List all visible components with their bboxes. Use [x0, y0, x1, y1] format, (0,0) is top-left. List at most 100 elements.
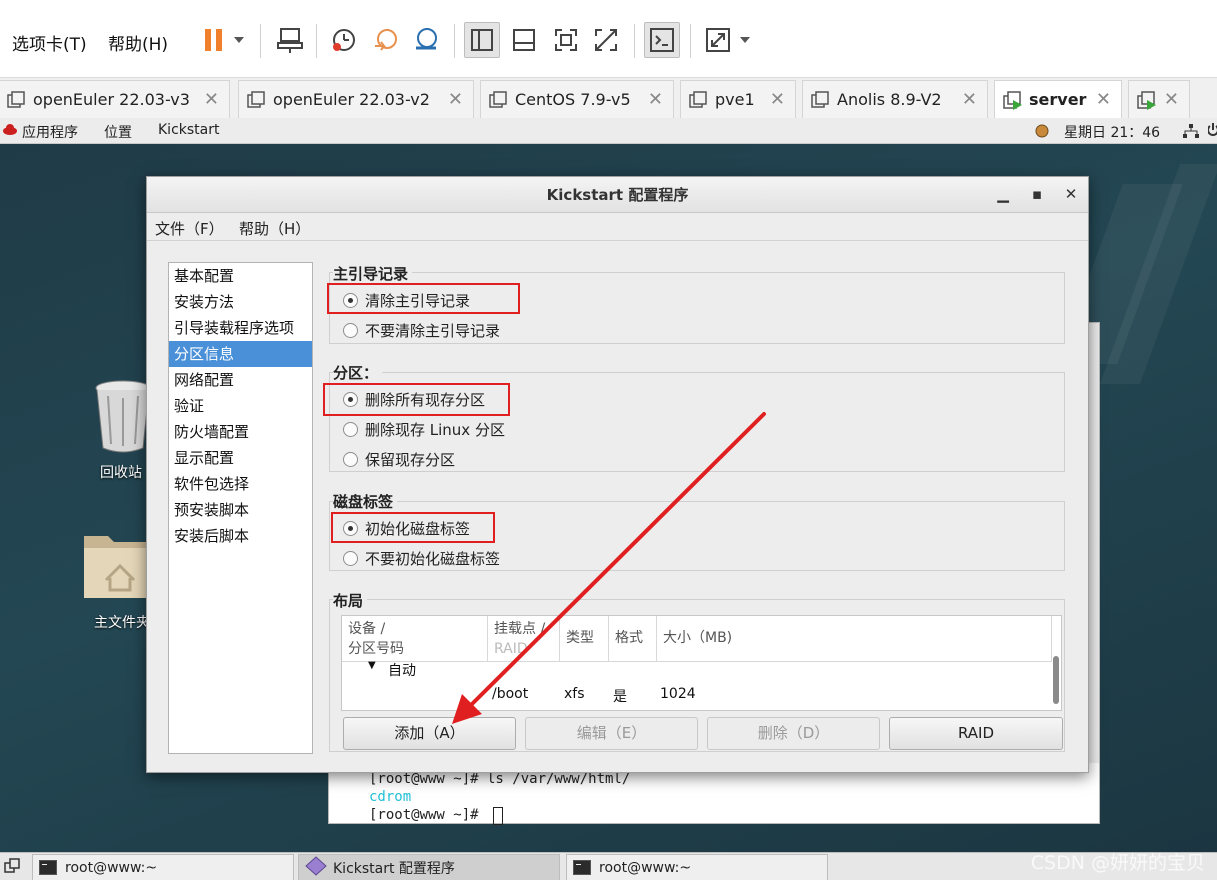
show-desktop-icon[interactable] [4, 858, 20, 878]
fullscreen-button[interactable] [548, 22, 584, 58]
dialog-menubar: 文件（F） 帮助（H） [147, 213, 1088, 241]
close-icon[interactable]: ✕ [648, 89, 663, 110]
add-button[interactable]: 添加（A） [343, 717, 516, 750]
partition-table[interactable]: 设备 / 分区号码 挂载点 / RAID 类型 格式 大小（MB) ▼ 自动 /… [341, 615, 1062, 711]
nav-item-post-script[interactable]: 安装后脚本 [169, 523, 312, 549]
vm-toolbar: 选项卡(T) 帮助(H) [0, 0, 1217, 78]
partition-remove-linux-option[interactable]: 删除现存 Linux 分区 [343, 417, 505, 441]
option-label: 删除现存 Linux 分区 [365, 420, 505, 439]
active-app-name[interactable]: Kickstart [158, 122, 219, 138]
vm-tab-anolis[interactable]: Anolis 8.9-V2 ✕ [802, 80, 988, 118]
edit-button[interactable]: 编辑（E） [525, 717, 698, 750]
applications-menu[interactable]: 应用程序 [22, 122, 78, 142]
column-header-type[interactable]: 类型 [560, 616, 609, 662]
snapshot-manager-button[interactable] [408, 22, 444, 58]
minimize-icon[interactable]: ▁ [993, 185, 1013, 203]
clock[interactable]: 星期日 21：46 [1064, 122, 1160, 142]
nav-item-display[interactable]: 显示配置 [169, 445, 312, 471]
expander-triangle-icon[interactable]: ▼ [368, 660, 376, 671]
console-view-button[interactable] [644, 22, 680, 58]
column-header-size[interactable]: 大小（MB) [657, 616, 1052, 662]
gnome-top-bar: 应用程序 位置 Kickstart 星期日 21：46 [0, 118, 1217, 144]
snapshot-button[interactable] [326, 22, 362, 58]
vm-tab-bar: openEuler 22.03-v3 ✕ openEuler 22.03-v2 … [0, 78, 1217, 118]
cell-mount[interactable]: /boot [492, 686, 528, 702]
maximize-icon[interactable]: ▪ [1027, 185, 1047, 203]
vm-tab-openeuler-v2[interactable]: openEuler 22.03-v2 ✕ [238, 80, 474, 118]
column-header-format[interactable]: 格式 [609, 616, 657, 662]
close-icon[interactable]: ✕ [204, 89, 219, 110]
taskbar-item-terminal[interactable]: root@www:~ [566, 854, 828, 880]
nav-item-firewall[interactable]: 防火墙配置 [169, 419, 312, 445]
vm-tab-openeuler-v3[interactable]: openEuler 22.03-v3 ✕ [0, 80, 230, 118]
vm-tab-other[interactable]: ✕ [1128, 80, 1190, 118]
vm-tab-centos[interactable]: CentOS 7.9-v5 ✕ [480, 80, 674, 118]
menu-help[interactable]: 帮助（H） [239, 218, 310, 239]
mbr-keep-option[interactable]: 不要清除主引导记录 [343, 318, 500, 342]
nav-item-bootloader[interactable]: 引导装载程序选项 [169, 315, 312, 341]
annotation-highlight-box [323, 383, 510, 416]
disklabel-no-init-option[interactable]: 不要初始化磁盘标签 [343, 546, 500, 570]
stretch-dropdown[interactable] [734, 22, 756, 58]
toolbar-divider [260, 24, 261, 58]
revert-snapshot-button[interactable] [368, 22, 404, 58]
thumbnail-bar-button[interactable] [506, 22, 542, 58]
stretch-guest-button[interactable] [700, 22, 736, 58]
table-scrollbar[interactable] [1053, 656, 1059, 704]
menu-file[interactable]: 文件（F） [155, 218, 224, 239]
close-icon[interactable]: ✕ [1061, 185, 1081, 203]
nav-item-install-method[interactable]: 安装方法 [169, 289, 312, 315]
close-icon[interactable]: ✕ [448, 89, 463, 110]
watermark-text: CSDN @妍妍的宝贝 [1030, 852, 1205, 874]
nav-item-network[interactable]: 网络配置 [169, 367, 312, 393]
menu-tabs[interactable]: 选项卡(T) [12, 30, 87, 55]
vm-running-icon [1003, 90, 1022, 110]
power-icon[interactable] [1207, 122, 1217, 142]
nav-item-packages[interactable]: 软件包选择 [169, 471, 312, 497]
vm-icon [7, 90, 25, 109]
toolbar-divider [316, 24, 317, 58]
close-icon[interactable]: ✕ [962, 89, 977, 110]
cell-size[interactable]: 1024 [660, 686, 696, 702]
taskbar-item-kickstart[interactable]: Kickstart 配置程序 [298, 854, 560, 880]
table-group-row[interactable]: 自动 [388, 660, 416, 680]
places-menu[interactable]: 位置 [104, 122, 132, 142]
pause-dropdown[interactable] [226, 22, 252, 58]
vm-icon [247, 90, 265, 109]
cell-type[interactable]: xfs [564, 686, 585, 702]
nav-item-basic[interactable]: 基本配置 [169, 263, 312, 289]
header-line: 分区号码 [348, 641, 404, 657]
close-icon[interactable]: ✕ [1096, 89, 1111, 110]
nav-item-partition[interactable]: 分区信息 [169, 341, 312, 367]
network-icon[interactable] [1182, 123, 1200, 143]
terminal-prompt: [root@www ~]# [369, 807, 479, 823]
toolbar-divider [454, 24, 455, 58]
taskbar-item-terminal[interactable]: root@www:~ [32, 854, 294, 880]
vm-tab-server[interactable]: server ✕ [994, 80, 1122, 118]
vm-tab-pve1[interactable]: pve1 ✕ [680, 80, 796, 118]
close-icon[interactable]: ✕ [770, 89, 785, 110]
vm-running-icon [1137, 90, 1156, 110]
delete-button[interactable]: 删除（D） [707, 717, 880, 750]
unity-button[interactable] [588, 22, 624, 58]
nav-item-pre-script[interactable]: 预安装脚本 [169, 497, 312, 523]
header-line: 设备 / [348, 621, 386, 637]
nav-item-auth[interactable]: 验证 [169, 393, 312, 419]
terminal-cursor [493, 807, 503, 825]
close-icon[interactable]: ✕ [1164, 89, 1179, 110]
trash-label: 回收站 [100, 465, 142, 481]
cell-format[interactable]: 是 [613, 686, 627, 706]
header-line: 挂载点 / [494, 621, 546, 637]
raid-button[interactable]: RAID [889, 717, 1063, 750]
header-line: RAID [494, 641, 528, 657]
menu-help[interactable]: 帮助(H) [108, 30, 168, 55]
bottom-panel-icon [513, 29, 535, 51]
terminal-icon [650, 28, 674, 52]
partition-preserve-option[interactable]: 保留现存分区 [343, 447, 455, 471]
column-header-device[interactable]: 设备 / 分区号码 [342, 616, 488, 662]
send-ctrl-alt-del-button[interactable] [272, 22, 308, 58]
annotation-highlight-box [331, 512, 495, 543]
column-header-mount[interactable]: 挂载点 / RAID [488, 616, 560, 662]
show-library-button[interactable] [464, 22, 500, 58]
chevron-down-icon [234, 37, 244, 43]
